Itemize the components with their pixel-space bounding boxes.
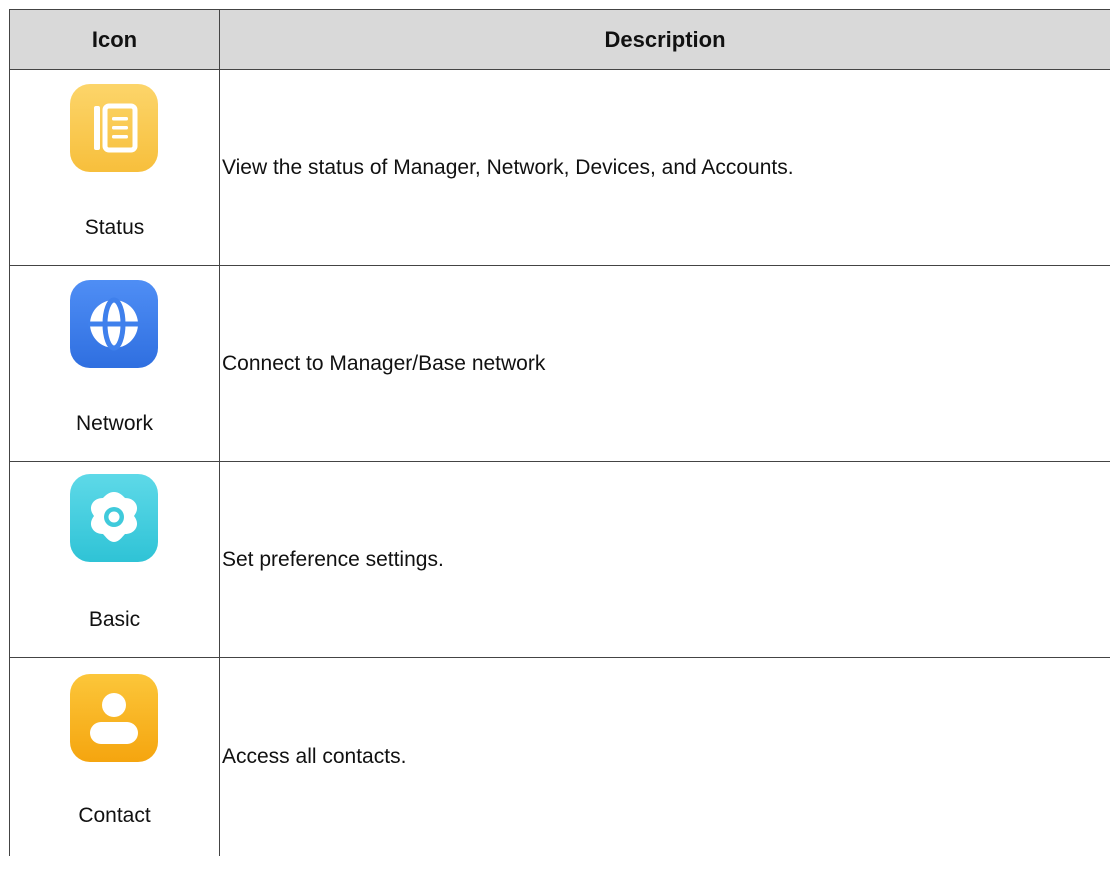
person-icon (70, 674, 158, 762)
gear-icon (70, 474, 158, 562)
icon-label: Status (84, 216, 145, 239)
icon-cell: Contact (10, 658, 220, 856)
description-cell: Set preference settings. (222, 547, 444, 571)
description-cell: Access all contacts. (222, 745, 407, 768)
description-cell: Connect to Manager/Base network (222, 351, 546, 375)
status-icon (70, 84, 158, 172)
table-header-row: Icon Description (9, 9, 1110, 70)
icon-description-table: Icon Description Status View the status … (9, 9, 1110, 856)
table-row: Network Connect to Manager/Base network (9, 266, 1110, 462)
icon-cell: Basic (10, 462, 220, 657)
table-row: Contact Access all contacts. (9, 658, 1110, 856)
description-cell: View the status of Manager, Network, Dev… (222, 155, 794, 179)
icon-label: Basic (88, 608, 141, 631)
icon-label: Network (75, 412, 154, 435)
table-row: Status View the status of Manager, Netwo… (9, 70, 1110, 266)
icon-column-header: Icon (10, 10, 220, 69)
icon-label: Contact (78, 804, 151, 827)
icon-cell: Network (10, 266, 220, 461)
table-row: Basic Set preference settings. (9, 462, 1110, 658)
globe-icon (70, 280, 158, 368)
description-column-header: Description (604, 26, 726, 52)
icon-cell: Status (10, 70, 220, 265)
